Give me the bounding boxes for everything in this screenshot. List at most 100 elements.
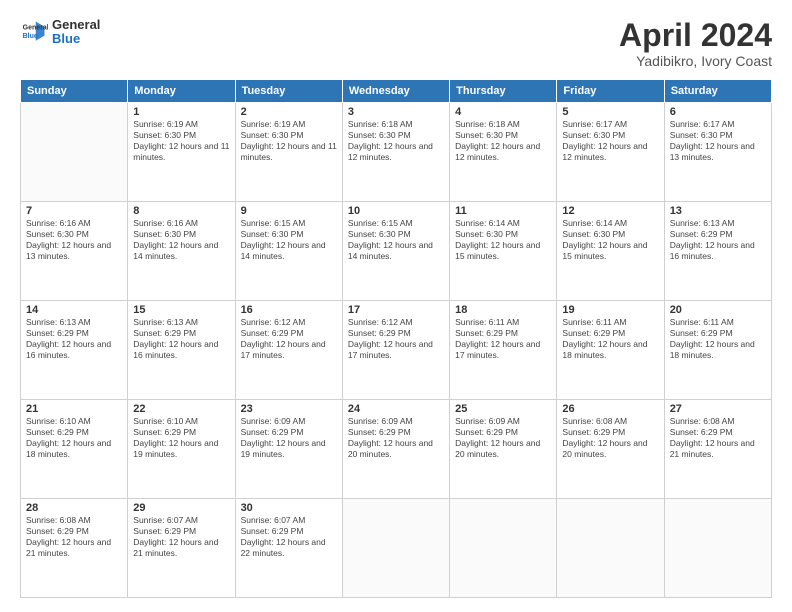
day-number: 25 <box>455 403 551 415</box>
day-number: 15 <box>133 304 229 316</box>
day-detail: Sunrise: 6:08 AM Sunset: 6:29 PM Dayligh… <box>26 515 122 559</box>
calendar-cell <box>21 103 128 202</box>
calendar-cell: 17Sunrise: 6:12 AM Sunset: 6:29 PM Dayli… <box>342 301 449 400</box>
cell-content: 5Sunrise: 6:17 AM Sunset: 6:30 PM Daylig… <box>562 106 658 163</box>
day-detail: Sunrise: 6:12 AM Sunset: 6:29 PM Dayligh… <box>348 317 444 361</box>
calendar-cell: 6Sunrise: 6:17 AM Sunset: 6:30 PM Daylig… <box>664 103 771 202</box>
day-number: 27 <box>670 403 766 415</box>
day-detail: Sunrise: 6:13 AM Sunset: 6:29 PM Dayligh… <box>133 317 229 361</box>
day-detail: Sunrise: 6:14 AM Sunset: 6:30 PM Dayligh… <box>562 218 658 262</box>
cell-content: 9Sunrise: 6:15 AM Sunset: 6:30 PM Daylig… <box>241 205 337 262</box>
title-location: Yadibikro, Ivory Coast <box>619 53 772 69</box>
calendar-cell: 13Sunrise: 6:13 AM Sunset: 6:29 PM Dayli… <box>664 202 771 301</box>
calendar-cell <box>450 499 557 598</box>
calendar-week-row: 21Sunrise: 6:10 AM Sunset: 6:29 PM Dayli… <box>21 400 772 499</box>
calendar-cell: 1Sunrise: 6:19 AM Sunset: 6:30 PM Daylig… <box>128 103 235 202</box>
day-number: 21 <box>26 403 122 415</box>
day-detail: Sunrise: 6:11 AM Sunset: 6:29 PM Dayligh… <box>455 317 551 361</box>
logo-blue: Blue <box>52 32 100 46</box>
cell-content: 3Sunrise: 6:18 AM Sunset: 6:30 PM Daylig… <box>348 106 444 163</box>
calendar-cell: 25Sunrise: 6:09 AM Sunset: 6:29 PM Dayli… <box>450 400 557 499</box>
day-number: 10 <box>348 205 444 217</box>
day-number: 19 <box>562 304 658 316</box>
cell-content: 2Sunrise: 6:19 AM Sunset: 6:30 PM Daylig… <box>241 106 337 163</box>
cell-content: 16Sunrise: 6:12 AM Sunset: 6:29 PM Dayli… <box>241 304 337 361</box>
calendar-cell: 27Sunrise: 6:08 AM Sunset: 6:29 PM Dayli… <box>664 400 771 499</box>
calendar-cell <box>664 499 771 598</box>
day-detail: Sunrise: 6:11 AM Sunset: 6:29 PM Dayligh… <box>562 317 658 361</box>
cell-content: 7Sunrise: 6:16 AM Sunset: 6:30 PM Daylig… <box>26 205 122 262</box>
calendar-cell: 18Sunrise: 6:11 AM Sunset: 6:29 PM Dayli… <box>450 301 557 400</box>
day-detail: Sunrise: 6:13 AM Sunset: 6:29 PM Dayligh… <box>670 218 766 262</box>
day-number: 14 <box>26 304 122 316</box>
calendar-cell: 29Sunrise: 6:07 AM Sunset: 6:29 PM Dayli… <box>128 499 235 598</box>
day-detail: Sunrise: 6:18 AM Sunset: 6:30 PM Dayligh… <box>455 119 551 163</box>
logo: General Blue General Blue <box>20 18 100 47</box>
day-detail: Sunrise: 6:14 AM Sunset: 6:30 PM Dayligh… <box>455 218 551 262</box>
calendar-cell <box>342 499 449 598</box>
day-detail: Sunrise: 6:08 AM Sunset: 6:29 PM Dayligh… <box>670 416 766 460</box>
weekday-header: Tuesday <box>235 80 342 103</box>
calendar-week-row: 14Sunrise: 6:13 AM Sunset: 6:29 PM Dayli… <box>21 301 772 400</box>
header: General Blue General Blue April 2024 Yad… <box>20 18 772 69</box>
weekday-header: Thursday <box>450 80 557 103</box>
day-number: 8 <box>133 205 229 217</box>
calendar-cell: 24Sunrise: 6:09 AM Sunset: 6:29 PM Dayli… <box>342 400 449 499</box>
day-detail: Sunrise: 6:18 AM Sunset: 6:30 PM Dayligh… <box>348 119 444 163</box>
page: General Blue General Blue April 2024 Yad… <box>0 0 792 612</box>
calendar-cell: 28Sunrise: 6:08 AM Sunset: 6:29 PM Dayli… <box>21 499 128 598</box>
calendar-cell: 16Sunrise: 6:12 AM Sunset: 6:29 PM Dayli… <box>235 301 342 400</box>
calendar-cell: 10Sunrise: 6:15 AM Sunset: 6:30 PM Dayli… <box>342 202 449 301</box>
cell-content: 30Sunrise: 6:07 AM Sunset: 6:29 PM Dayli… <box>241 502 337 559</box>
logo-text: General Blue <box>52 18 100 47</box>
calendar-cell: 5Sunrise: 6:17 AM Sunset: 6:30 PM Daylig… <box>557 103 664 202</box>
calendar-cell: 30Sunrise: 6:07 AM Sunset: 6:29 PM Dayli… <box>235 499 342 598</box>
calendar-cell: 20Sunrise: 6:11 AM Sunset: 6:29 PM Dayli… <box>664 301 771 400</box>
calendar-cell: 11Sunrise: 6:14 AM Sunset: 6:30 PM Dayli… <box>450 202 557 301</box>
cell-content: 11Sunrise: 6:14 AM Sunset: 6:30 PM Dayli… <box>455 205 551 262</box>
title-block: April 2024 Yadibikro, Ivory Coast <box>619 18 772 69</box>
day-detail: Sunrise: 6:07 AM Sunset: 6:29 PM Dayligh… <box>241 515 337 559</box>
day-detail: Sunrise: 6:09 AM Sunset: 6:29 PM Dayligh… <box>241 416 337 460</box>
calendar-cell: 14Sunrise: 6:13 AM Sunset: 6:29 PM Dayli… <box>21 301 128 400</box>
day-number: 16 <box>241 304 337 316</box>
weekday-header: Saturday <box>664 80 771 103</box>
weekday-header: Wednesday <box>342 80 449 103</box>
day-detail: Sunrise: 6:17 AM Sunset: 6:30 PM Dayligh… <box>670 119 766 163</box>
day-detail: Sunrise: 6:15 AM Sunset: 6:30 PM Dayligh… <box>241 218 337 262</box>
day-number: 6 <box>670 106 766 118</box>
calendar-cell: 7Sunrise: 6:16 AM Sunset: 6:30 PM Daylig… <box>21 202 128 301</box>
calendar-cell: 22Sunrise: 6:10 AM Sunset: 6:29 PM Dayli… <box>128 400 235 499</box>
cell-content: 4Sunrise: 6:18 AM Sunset: 6:30 PM Daylig… <box>455 106 551 163</box>
day-number: 28 <box>26 502 122 514</box>
svg-text:General: General <box>23 25 48 32</box>
day-number: 17 <box>348 304 444 316</box>
day-number: 22 <box>133 403 229 415</box>
day-number: 29 <box>133 502 229 514</box>
day-number: 7 <box>26 205 122 217</box>
cell-content: 19Sunrise: 6:11 AM Sunset: 6:29 PM Dayli… <box>562 304 658 361</box>
title-month: April 2024 <box>619 18 772 53</box>
calendar-cell: 21Sunrise: 6:10 AM Sunset: 6:29 PM Dayli… <box>21 400 128 499</box>
day-number: 24 <box>348 403 444 415</box>
calendar-cell: 26Sunrise: 6:08 AM Sunset: 6:29 PM Dayli… <box>557 400 664 499</box>
calendar-cell: 8Sunrise: 6:16 AM Sunset: 6:30 PM Daylig… <box>128 202 235 301</box>
day-number: 5 <box>562 106 658 118</box>
calendar-cell: 9Sunrise: 6:15 AM Sunset: 6:30 PM Daylig… <box>235 202 342 301</box>
day-detail: Sunrise: 6:13 AM Sunset: 6:29 PM Dayligh… <box>26 317 122 361</box>
day-detail: Sunrise: 6:09 AM Sunset: 6:29 PM Dayligh… <box>455 416 551 460</box>
cell-content: 1Sunrise: 6:19 AM Sunset: 6:30 PM Daylig… <box>133 106 229 163</box>
cell-content: 13Sunrise: 6:13 AM Sunset: 6:29 PM Dayli… <box>670 205 766 262</box>
calendar-table: SundayMondayTuesdayWednesdayThursdayFrid… <box>20 79 772 598</box>
cell-content: 26Sunrise: 6:08 AM Sunset: 6:29 PM Dayli… <box>562 403 658 460</box>
day-detail: Sunrise: 6:17 AM Sunset: 6:30 PM Dayligh… <box>562 119 658 163</box>
logo-icon: General Blue <box>20 18 48 46</box>
calendar-week-row: 28Sunrise: 6:08 AM Sunset: 6:29 PM Dayli… <box>21 499 772 598</box>
day-number: 9 <box>241 205 337 217</box>
cell-content: 29Sunrise: 6:07 AM Sunset: 6:29 PM Dayli… <box>133 502 229 559</box>
day-number: 12 <box>562 205 658 217</box>
calendar-cell: 23Sunrise: 6:09 AM Sunset: 6:29 PM Dayli… <box>235 400 342 499</box>
day-number: 18 <box>455 304 551 316</box>
day-number: 13 <box>670 205 766 217</box>
cell-content: 23Sunrise: 6:09 AM Sunset: 6:29 PM Dayli… <box>241 403 337 460</box>
